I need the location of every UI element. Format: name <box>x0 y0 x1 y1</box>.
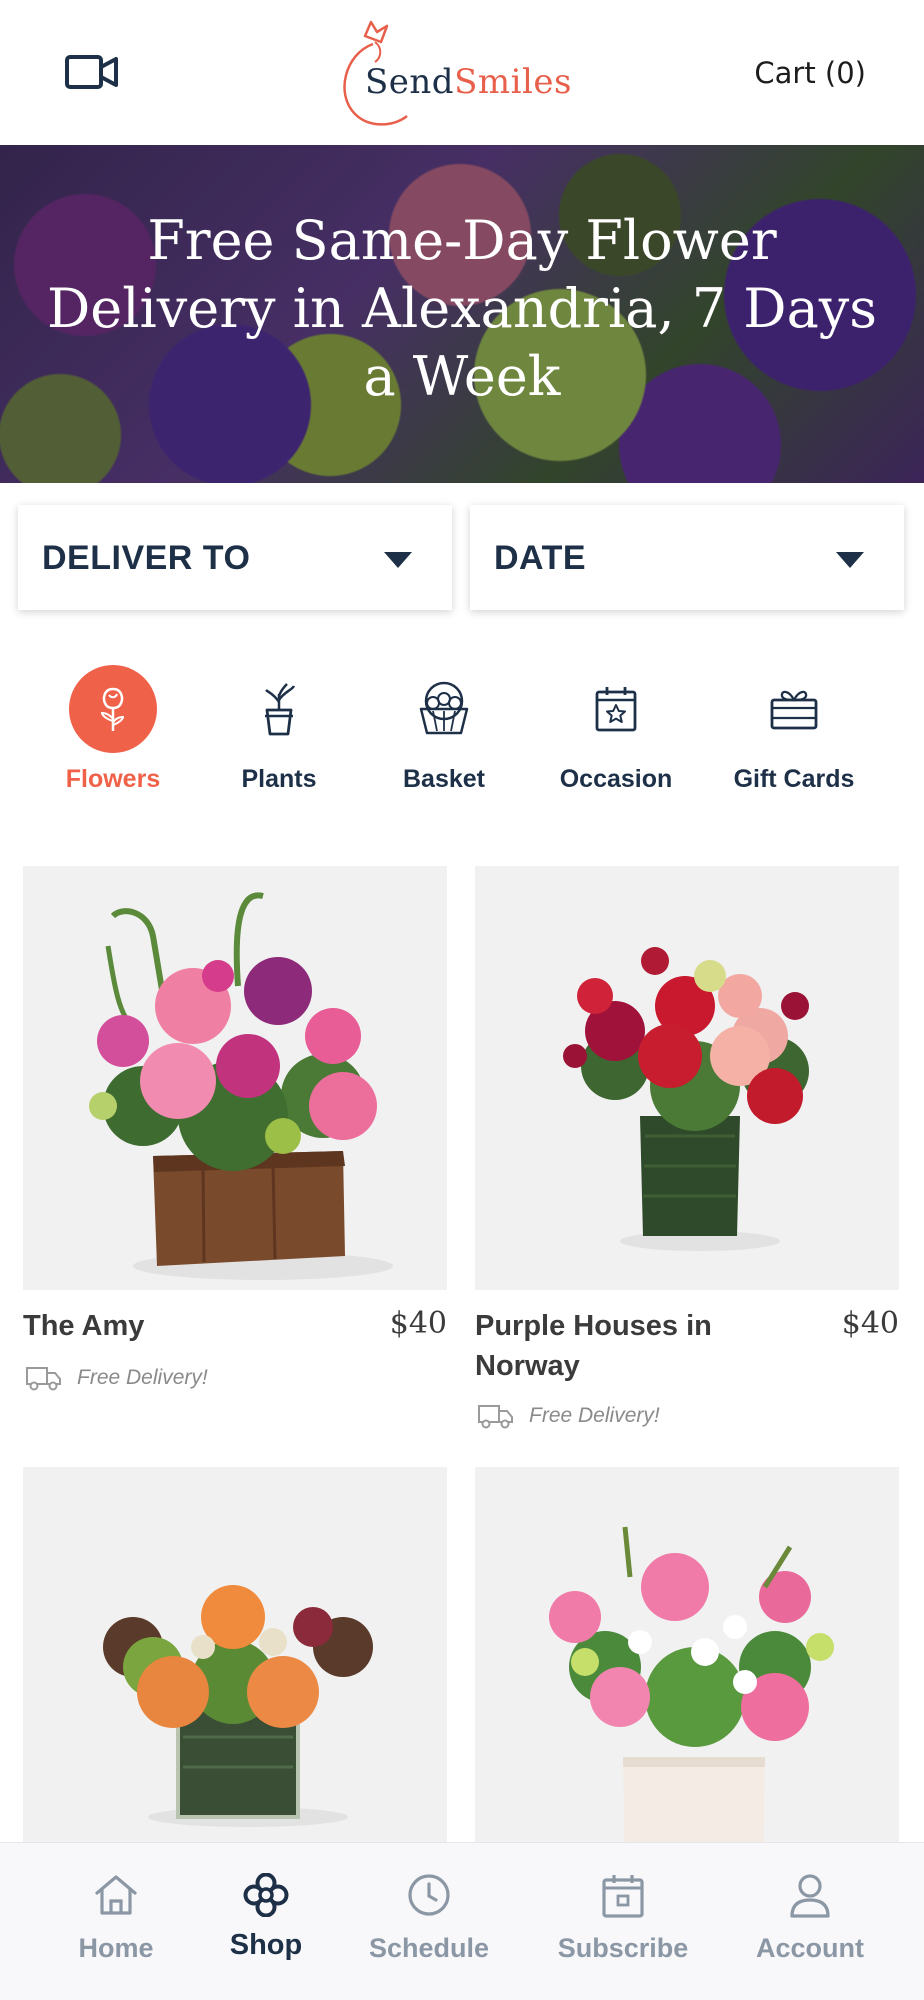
product-name[interactable]: Purple Houses in Norway <box>475 1306 775 1386</box>
product-price: $40 <box>841 1306 899 1341</box>
hero-banner: Free Same-Day Flower Delivery in Alexand… <box>0 145 924 483</box>
category-basket[interactable]: Basket <box>364 665 524 795</box>
free-delivery-label: Free Delivery! <box>529 1404 660 1427</box>
logo-smiles: Smiles <box>454 62 572 102</box>
video-camera-icon[interactable] <box>64 52 120 92</box>
nav-home[interactable]: Home <box>36 1873 196 1983</box>
free-delivery-note: Free Delivery! <box>25 1362 208 1394</box>
delivery-truck-icon <box>478 1405 513 1429</box>
nav-label: Home <box>78 1933 154 1963</box>
product-image <box>475 866 899 1290</box>
product-name[interactable]: The Amy <box>23 1306 323 1346</box>
date-dropdown[interactable]: DATE <box>470 505 904 610</box>
category-label: Gift Cards <box>733 765 855 793</box>
category-label: Flowers <box>65 765 161 793</box>
category-label: Plants <box>241 765 317 793</box>
category-plants[interactable]: Plants <box>199 665 359 795</box>
nav-subscribe[interactable]: Subscribe <box>543 1873 703 1983</box>
caret-down-icon <box>836 552 864 568</box>
nav-account[interactable]: Account <box>730 1873 890 1983</box>
deliver-to-label: DELIVER TO <box>42 539 251 577</box>
product-price: $40 <box>389 1306 447 1341</box>
sendsmiles-logo[interactable]: SendSmiles <box>335 14 595 132</box>
cart-link[interactable]: Cart (0) <box>754 56 866 90</box>
category-label: Basket <box>403 765 485 793</box>
home-icon <box>95 1875 137 1915</box>
logo-send: Send <box>365 62 455 102</box>
product-image <box>23 1467 447 1891</box>
product-image <box>23 866 447 1290</box>
date-label: DATE <box>494 539 587 577</box>
product-image <box>475 1467 899 1891</box>
potted-plant-icon <box>235 665 323 753</box>
calendar-icon <box>602 1875 644 1918</box>
rose-icon <box>69 665 157 753</box>
category-occasion[interactable]: Occasion <box>536 665 696 795</box>
caret-down-icon <box>384 552 412 568</box>
basket-icon <box>400 665 488 753</box>
clock-icon <box>408 1874 450 1916</box>
app-header: SendSmiles Cart (0) <box>0 0 924 145</box>
nav-shop[interactable]: Shop <box>186 1873 346 1983</box>
hero-title: Free Same-Day Flower Delivery in Alexand… <box>46 209 877 408</box>
deliver-to-dropdown[interactable]: DELIVER TO <box>18 505 452 610</box>
bottom-navigation: Home Shop Schedule Subscribe Account <box>0 1842 924 2000</box>
category-gift-cards[interactable]: Gift Cards <box>714 665 874 795</box>
flower-icon <box>243 1873 289 1917</box>
free-delivery-label: Free Delivery! <box>77 1366 208 1389</box>
gift-icon <box>750 665 838 753</box>
user-icon <box>790 1874 830 1918</box>
calendar-star-icon <box>572 665 660 753</box>
nav-label: Subscribe <box>557 1933 689 1963</box>
nav-label: Schedule <box>368 1933 490 1963</box>
nav-label: Shop <box>229 1929 303 1961</box>
category-flowers[interactable]: Flowers <box>33 665 193 795</box>
category-label: Occasion <box>559 765 673 793</box>
nav-schedule[interactable]: Schedule <box>349 1873 509 1983</box>
nav-label: Account <box>756 1933 864 1963</box>
free-delivery-note: Free Delivery! <box>477 1400 660 1432</box>
logo-wordmark: SendSmiles <box>365 62 572 102</box>
delivery-truck-icon <box>26 1367 61 1391</box>
